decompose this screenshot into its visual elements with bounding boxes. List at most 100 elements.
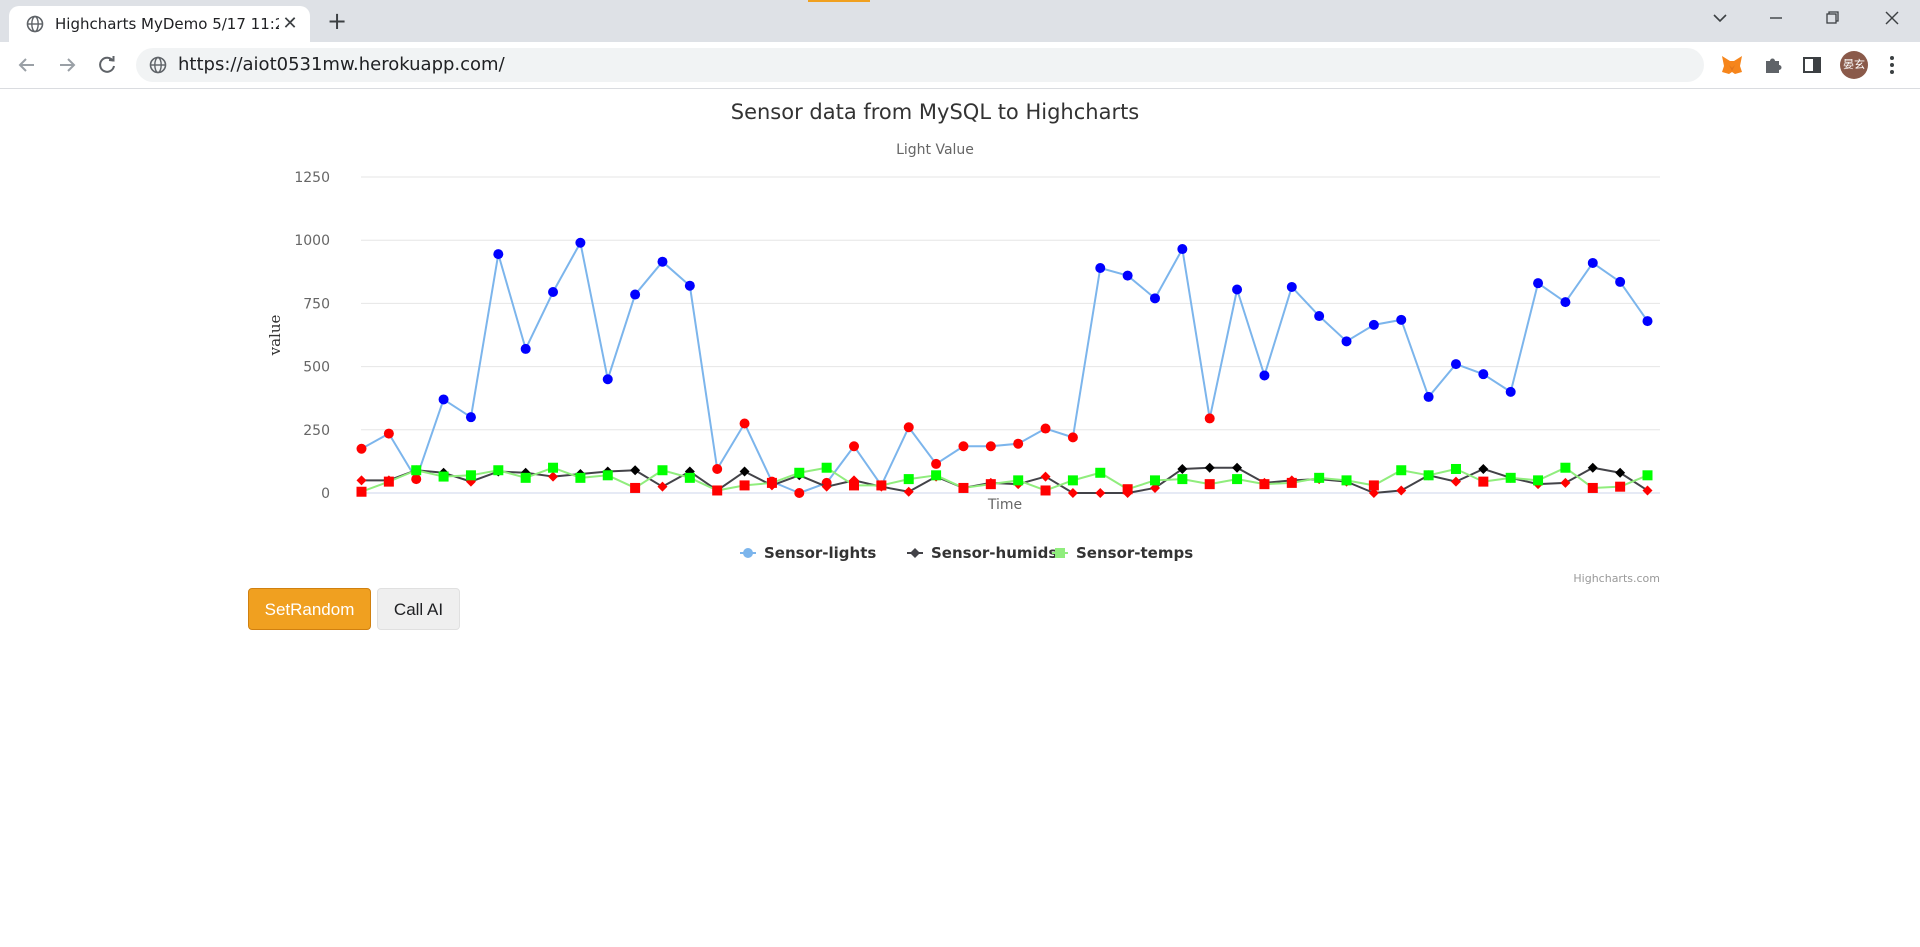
data-point[interactable] (602, 470, 613, 481)
url-text[interactable]: https://aiot0531mw.herokuapp.com/ (178, 48, 505, 82)
data-point[interactable] (931, 470, 942, 481)
reload-icon[interactable] (92, 50, 122, 80)
data-point[interactable] (1642, 470, 1653, 481)
data-point[interactable] (630, 465, 641, 476)
data-point[interactable] (931, 458, 942, 469)
data-point[interactable] (684, 472, 695, 483)
legend-item[interactable]: Sensor-temps (1052, 544, 1193, 562)
forward-arrow-icon[interactable] (52, 50, 82, 80)
data-point[interactable] (1505, 472, 1516, 483)
data-point[interactable] (1587, 462, 1598, 473)
browser-menu-icon[interactable] (1882, 52, 1902, 78)
address-bar[interactable]: https://aiot0531mw.herokuapp.com/ (136, 48, 1704, 82)
data-point[interactable] (1122, 484, 1133, 495)
data-point[interactable] (520, 472, 531, 483)
profile-avatar[interactable]: 晏玄 (1840, 51, 1868, 79)
data-point[interactable] (1615, 481, 1626, 492)
data-point[interactable] (1177, 244, 1188, 255)
data-point[interactable] (1204, 462, 1215, 473)
data-point[interactable] (1286, 477, 1297, 488)
data-point[interactable] (548, 471, 559, 482)
data-point[interactable] (739, 480, 750, 491)
new-tab-button[interactable]: + (322, 6, 352, 36)
data-point[interactable] (575, 472, 586, 483)
data-point[interactable] (1450, 359, 1461, 370)
data-point[interactable] (1149, 475, 1160, 486)
data-point[interactable] (465, 412, 476, 423)
data-point[interactable] (903, 474, 914, 485)
data-point[interactable] (411, 465, 422, 476)
data-point[interactable] (1587, 482, 1598, 493)
data-point[interactable] (630, 482, 641, 493)
browser-tab[interactable]: Highcharts MyDemo 5/17 11:24 ✕ (9, 6, 310, 42)
data-point[interactable] (958, 482, 969, 493)
data-point[interactable] (657, 465, 668, 476)
data-point[interactable] (1259, 479, 1270, 490)
data-point[interactable] (657, 256, 668, 267)
metamask-fox-icon[interactable] (1719, 52, 1745, 78)
data-point[interactable] (1423, 470, 1434, 481)
data-point[interactable] (1095, 263, 1106, 274)
data-point[interactable] (465, 470, 476, 481)
data-point[interactable] (493, 465, 504, 476)
extensions-puzzle-icon[interactable] (1760, 52, 1786, 78)
data-point[interactable] (383, 428, 394, 439)
data-point[interactable] (1396, 485, 1407, 496)
close-window-icon[interactable] (1864, 0, 1920, 40)
data-point[interactable] (1013, 475, 1024, 486)
restore-icon[interactable] (1804, 0, 1860, 40)
data-point[interactable] (356, 486, 367, 497)
data-point[interactable] (1560, 297, 1571, 308)
data-point[interactable] (1615, 467, 1626, 478)
data-point[interactable] (411, 474, 422, 485)
tab-close-icon[interactable]: ✕ (279, 6, 301, 42)
data-point[interactable] (1067, 488, 1078, 498)
legend-item[interactable]: Sensor-humids (907, 544, 1057, 562)
data-point[interactable] (1450, 476, 1461, 487)
data-point[interactable] (903, 422, 914, 433)
data-point[interactable] (356, 443, 367, 454)
data-point[interactable] (438, 471, 449, 482)
data-point[interactable] (1013, 438, 1024, 449)
data-point[interactable] (1232, 474, 1243, 485)
back-arrow-icon[interactable] (12, 50, 42, 80)
data-point[interactable] (1615, 276, 1626, 287)
data-point[interactable] (520, 343, 531, 354)
data-point[interactable] (1560, 462, 1571, 473)
data-point[interactable] (1040, 423, 1051, 434)
data-point[interactable] (1505, 386, 1516, 397)
data-point[interactable] (657, 481, 668, 492)
data-point[interactable] (1040, 471, 1051, 482)
data-point[interactable] (739, 418, 750, 429)
minimize-icon[interactable] (1748, 0, 1804, 40)
data-point[interactable] (1341, 475, 1352, 486)
data-point[interactable] (602, 374, 613, 385)
data-point[interactable] (1396, 314, 1407, 325)
data-point[interactable] (1122, 270, 1133, 281)
data-point[interactable] (849, 480, 860, 491)
data-point[interactable] (438, 394, 449, 405)
set-random-button[interactable]: SetRandom (248, 588, 371, 630)
data-point[interactable] (985, 479, 996, 490)
data-point[interactable] (1204, 413, 1215, 424)
data-point[interactable] (1040, 485, 1051, 496)
data-point[interactable] (1095, 488, 1106, 498)
data-point[interactable] (1149, 293, 1160, 304)
data-point[interactable] (1587, 257, 1598, 268)
data-point[interactable] (1067, 432, 1078, 443)
data-point[interactable] (493, 249, 504, 260)
data-point[interactable] (548, 462, 559, 473)
data-point[interactable] (1067, 475, 1078, 486)
data-point[interactable] (1642, 316, 1653, 327)
tab-search-icon[interactable] (1692, 0, 1748, 40)
data-point[interactable] (1204, 479, 1215, 490)
data-point[interactable] (1259, 370, 1270, 381)
data-point[interactable] (1533, 475, 1544, 486)
data-point[interactable] (1478, 369, 1489, 380)
data-point[interactable] (794, 488, 805, 498)
data-point[interactable] (985, 441, 996, 452)
data-point[interactable] (684, 280, 695, 291)
data-point[interactable] (766, 477, 777, 488)
data-point[interactable] (1232, 462, 1243, 473)
data-point[interactable] (958, 441, 969, 452)
